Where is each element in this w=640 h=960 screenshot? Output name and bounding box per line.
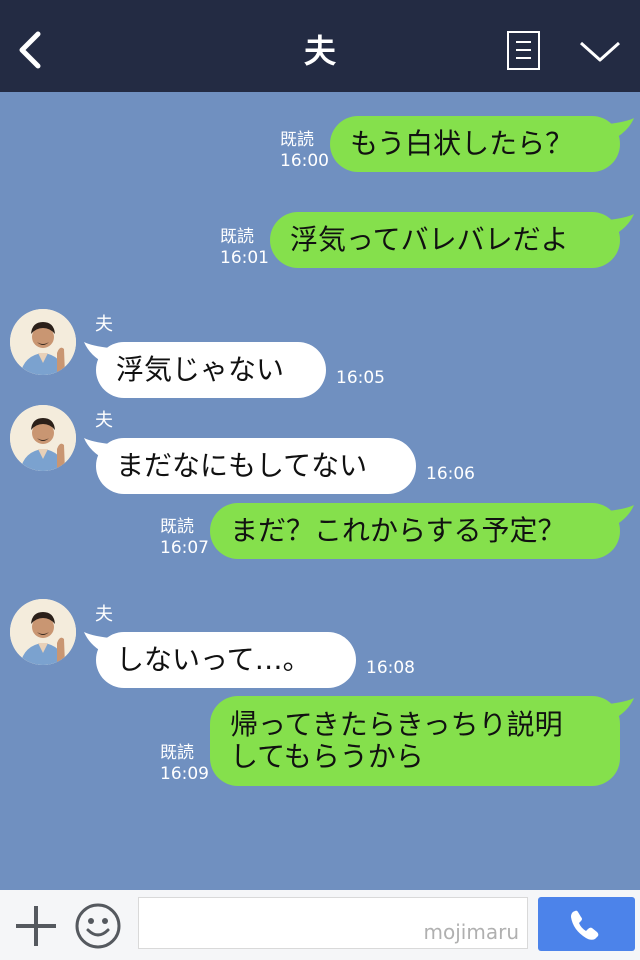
smiley-icon[interactable] — [74, 902, 122, 950]
input-bar: mojimaru — [0, 890, 640, 960]
message-input[interactable]: mojimaru — [138, 897, 528, 949]
chat-area[interactable]: 既読 16:00 もう白状したら？ 既読 16:01 浮気ってバレバレだよ 夫 … — [0, 92, 640, 890]
message-meta: 既読 16:09 — [160, 743, 209, 785]
message-meta: 既読 16:00 — [280, 130, 329, 172]
message-text-line: 帰ってきたらきっちり説明 — [230, 708, 563, 741]
menu-icon[interactable] — [507, 31, 540, 70]
bubble-tail — [608, 214, 634, 236]
bubble-tail — [608, 118, 634, 140]
message-text: 浮気ってバレバレだよ — [290, 223, 569, 256]
message-time: 16:01 — [220, 248, 269, 268]
avatar-image — [10, 599, 76, 665]
sent-message-bubble[interactable]: まだ？これからする予定？ — [210, 503, 620, 559]
avatar-image — [10, 309, 76, 375]
message-time: 16:06 — [426, 464, 475, 484]
message-text: しないって…。 — [116, 643, 311, 676]
bubble-tail — [608, 698, 634, 720]
message-time: 16:07 — [160, 538, 209, 558]
phone-icon — [571, 910, 599, 940]
plus-icon[interactable] — [14, 904, 58, 948]
received-message-bubble[interactable]: しないって…。 — [96, 632, 356, 688]
message-text: もう白状したら？ — [350, 127, 574, 160]
received-message-bubble[interactable]: 浮気じゃない — [96, 342, 326, 398]
chat-title: 夫 — [303, 32, 336, 70]
sender-name: 夫 — [95, 604, 113, 625]
chevron-down-icon[interactable] — [578, 38, 622, 66]
call-button[interactable] — [538, 897, 635, 951]
read-receipt: 既読 — [160, 743, 194, 763]
avatar[interactable] — [10, 599, 76, 665]
sender-name: 夫 — [95, 314, 113, 335]
sent-message-bubble[interactable]: 帰ってきたらきっちり説明 してもらうから — [210, 696, 620, 786]
sent-message-bubble[interactable]: もう白状したら？ — [330, 116, 620, 172]
message-meta: 既読 16:01 — [220, 227, 269, 269]
message-text-line: してもらうから — [230, 740, 424, 773]
sent-message-bubble[interactable]: 浮気ってバレバレだよ — [270, 212, 620, 268]
message-time: 16:09 — [160, 764, 209, 784]
bubble-tail — [608, 505, 634, 527]
avatar[interactable] — [10, 405, 76, 471]
message-time: 16:05 — [336, 368, 385, 388]
received-message-bubble[interactable]: まだなにもしてない — [96, 438, 416, 494]
avatar-image — [10, 405, 76, 471]
watermark: mojimaru — [423, 920, 519, 944]
chat-header: 夫 — [0, 0, 640, 92]
message-time: 16:08 — [366, 658, 415, 678]
message-text: まだなにもしてない — [116, 449, 368, 482]
message-text: まだ？これからする予定？ — [230, 514, 566, 547]
read-receipt: 既読 — [160, 517, 194, 537]
message-meta: 既読 16:07 — [160, 517, 209, 559]
message-time: 16:00 — [280, 151, 329, 171]
read-receipt: 既読 — [220, 227, 254, 247]
message-text: 浮気じゃない — [116, 353, 285, 386]
sender-name: 夫 — [95, 410, 113, 431]
read-receipt: 既読 — [280, 130, 314, 150]
avatar[interactable] — [10, 309, 76, 375]
